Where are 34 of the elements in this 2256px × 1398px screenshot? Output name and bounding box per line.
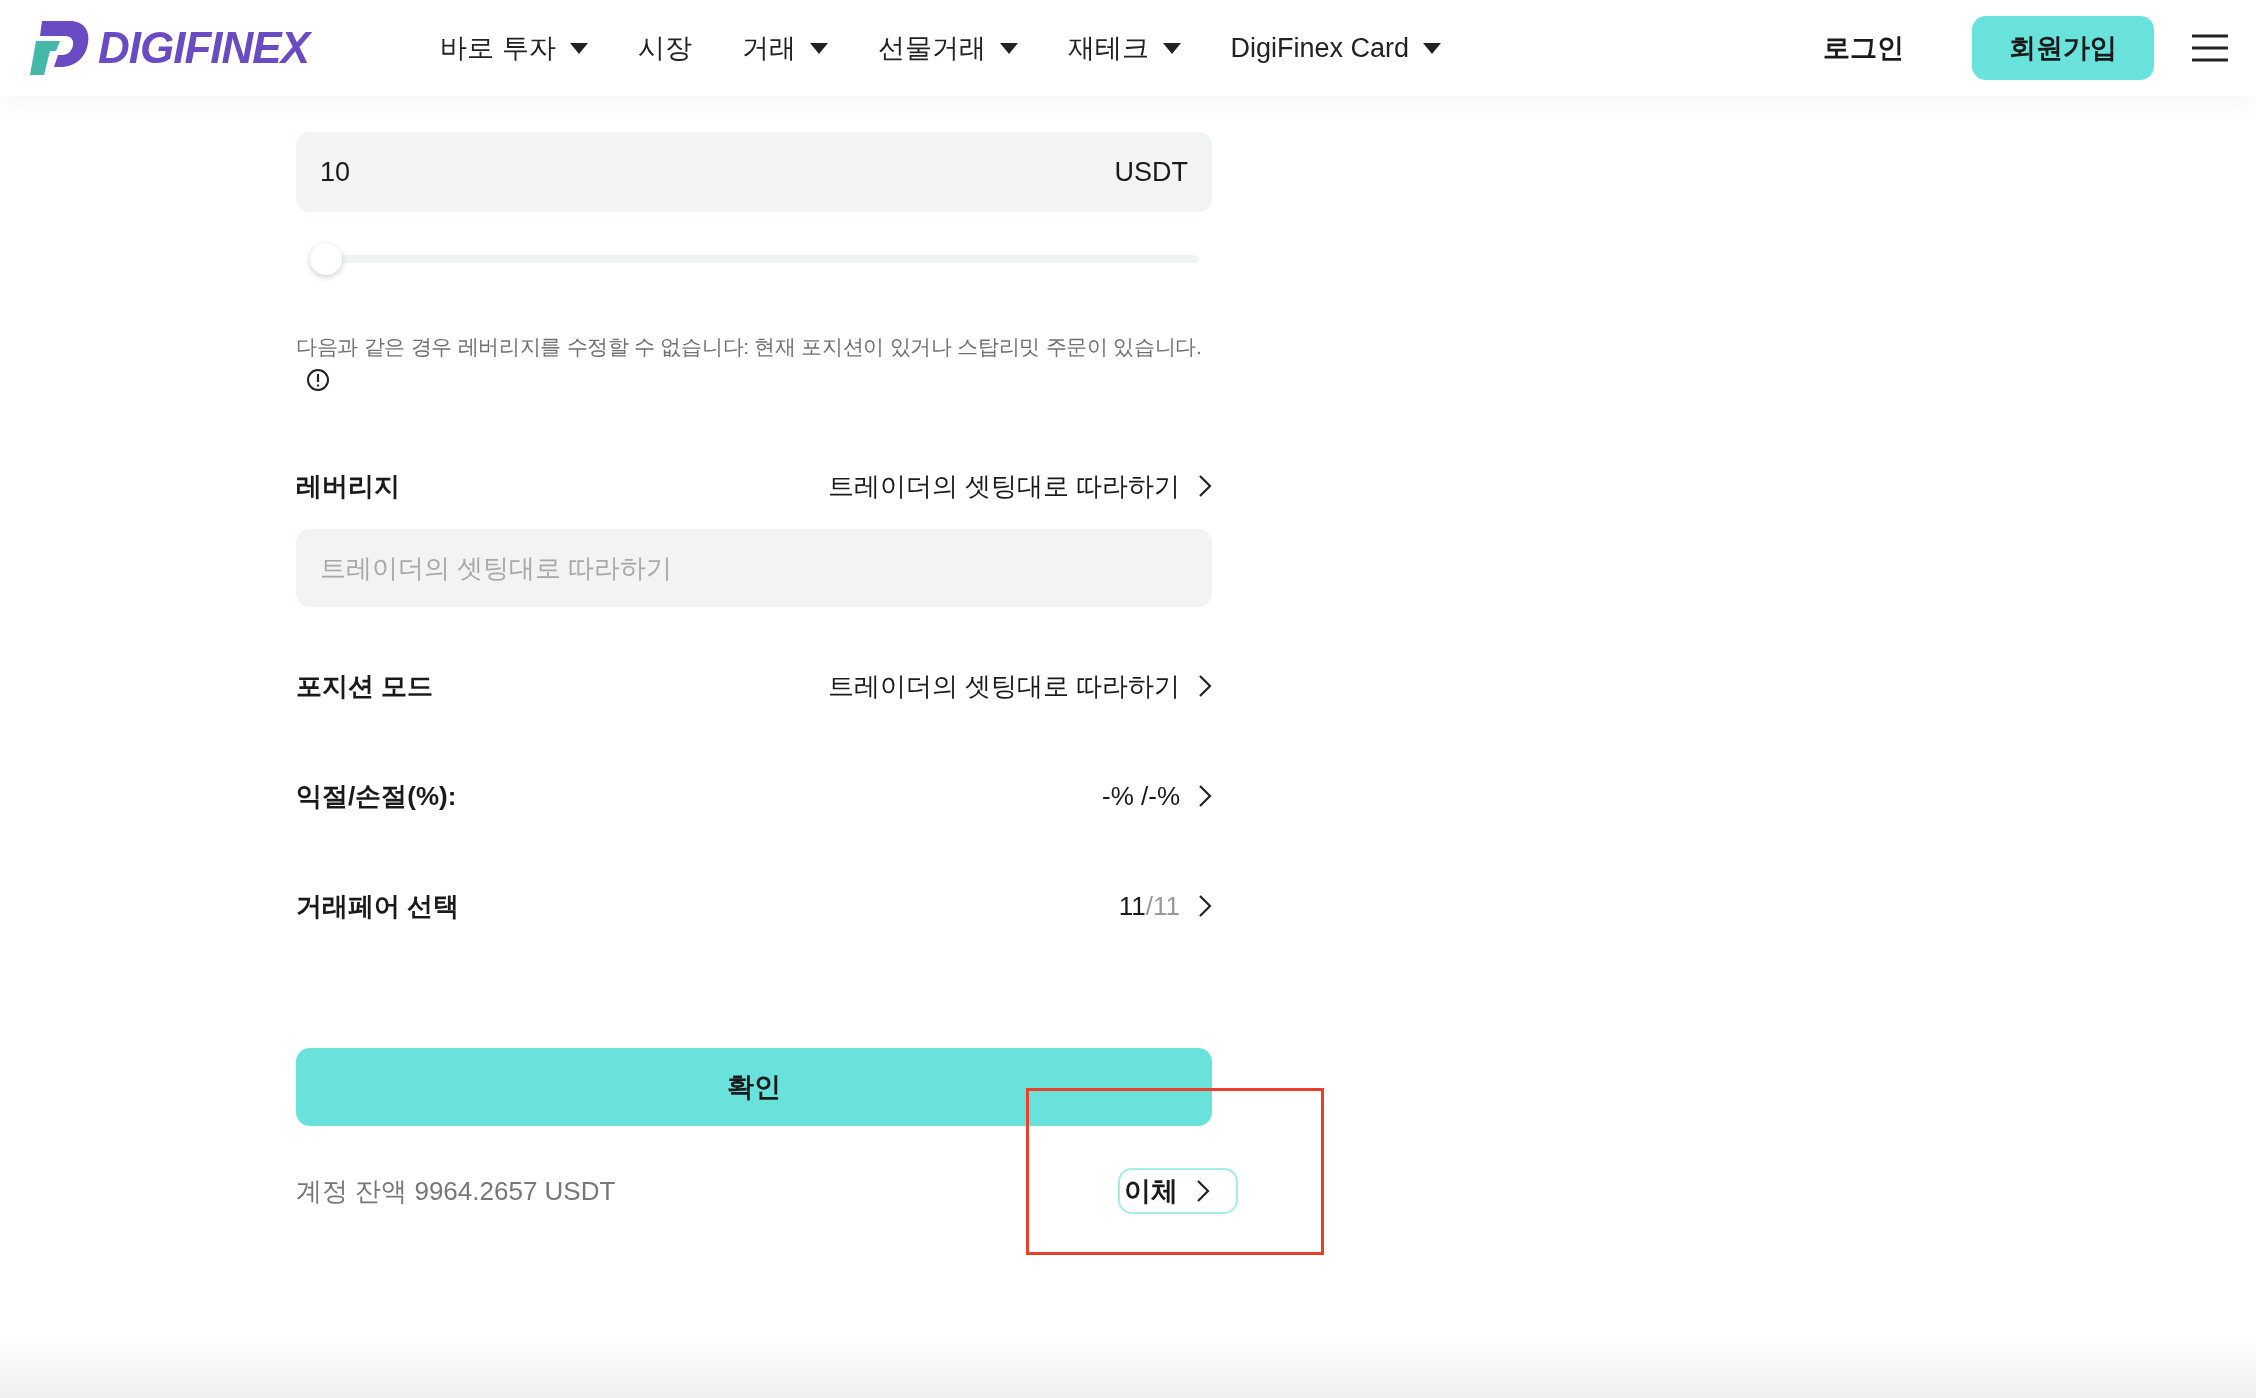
- nav-menu-item[interactable]: 바로 투자: [440, 27, 588, 69]
- setting-value[interactable]: 11/11: [1118, 886, 1212, 926]
- chevron-right-icon: [1198, 474, 1212, 498]
- chevron-right-icon: [1198, 674, 1212, 698]
- signup-button[interactable]: 회원가입: [1972, 16, 2154, 80]
- transfer-button[interactable]: 이체: [1118, 1168, 1238, 1214]
- unit-label: USDT: [1114, 155, 1188, 189]
- login-link[interactable]: 로그인: [1823, 27, 1904, 69]
- leverage-input[interactable]: 트레이더의 셋팅대로 따라하기: [296, 529, 1212, 607]
- setting-label: 포지션 모드: [296, 669, 434, 703]
- amount-value: 10: [320, 155, 351, 189]
- setting-value[interactable]: 트레이더의 셋팅대로 따라하기: [827, 666, 1212, 706]
- nav-menu-item[interactable]: 거래: [741, 27, 828, 69]
- setting-label: 거래페어 선택: [296, 889, 460, 923]
- amount-slider[interactable]: [310, 242, 1198, 276]
- leverage-note: 다음과 같은 경우 레버리지를 수정할 수 없습니다: 현재 포지션이 있거나 스탑리밋 주문이 있습니다.: [296, 334, 1203, 360]
- info-icon[interactable]: [306, 368, 330, 392]
- chevron-right-icon: [1198, 784, 1212, 808]
- menu-icon[interactable]: [2192, 34, 2228, 62]
- nav-menu-item[interactable]: DigiFinex Card: [1230, 27, 1442, 69]
- confirm-button[interactable]: 확인: [296, 1048, 1212, 1126]
- nav-menu-item[interactable]: 선물거래: [877, 27, 1018, 69]
- nav-menu-item[interactable]: 재테크: [1067, 27, 1181, 69]
- leverage-option[interactable]: 트레이더의 셋팅대로 따라하기: [827, 466, 1212, 506]
- logo-text[interactable]: DIGIFINEX: [98, 15, 310, 81]
- setting-value[interactable]: -% /-%: [1102, 776, 1212, 816]
- nav-menu-item[interactable]: 시장: [637, 27, 692, 69]
- chevron-right-icon: [1196, 1179, 1210, 1203]
- setting-label: 익절/손절(%):: [296, 779, 457, 813]
- leverage-label: 레버리지: [296, 469, 400, 503]
- account-balance: 계정 잔액 9964.2657 USDT: [296, 1174, 616, 1208]
- chevron-right-icon: [1198, 894, 1212, 918]
- slider-thumb[interactable]: [310, 243, 342, 275]
- amount-field[interactable]: 10 USDT: [296, 132, 1212, 212]
